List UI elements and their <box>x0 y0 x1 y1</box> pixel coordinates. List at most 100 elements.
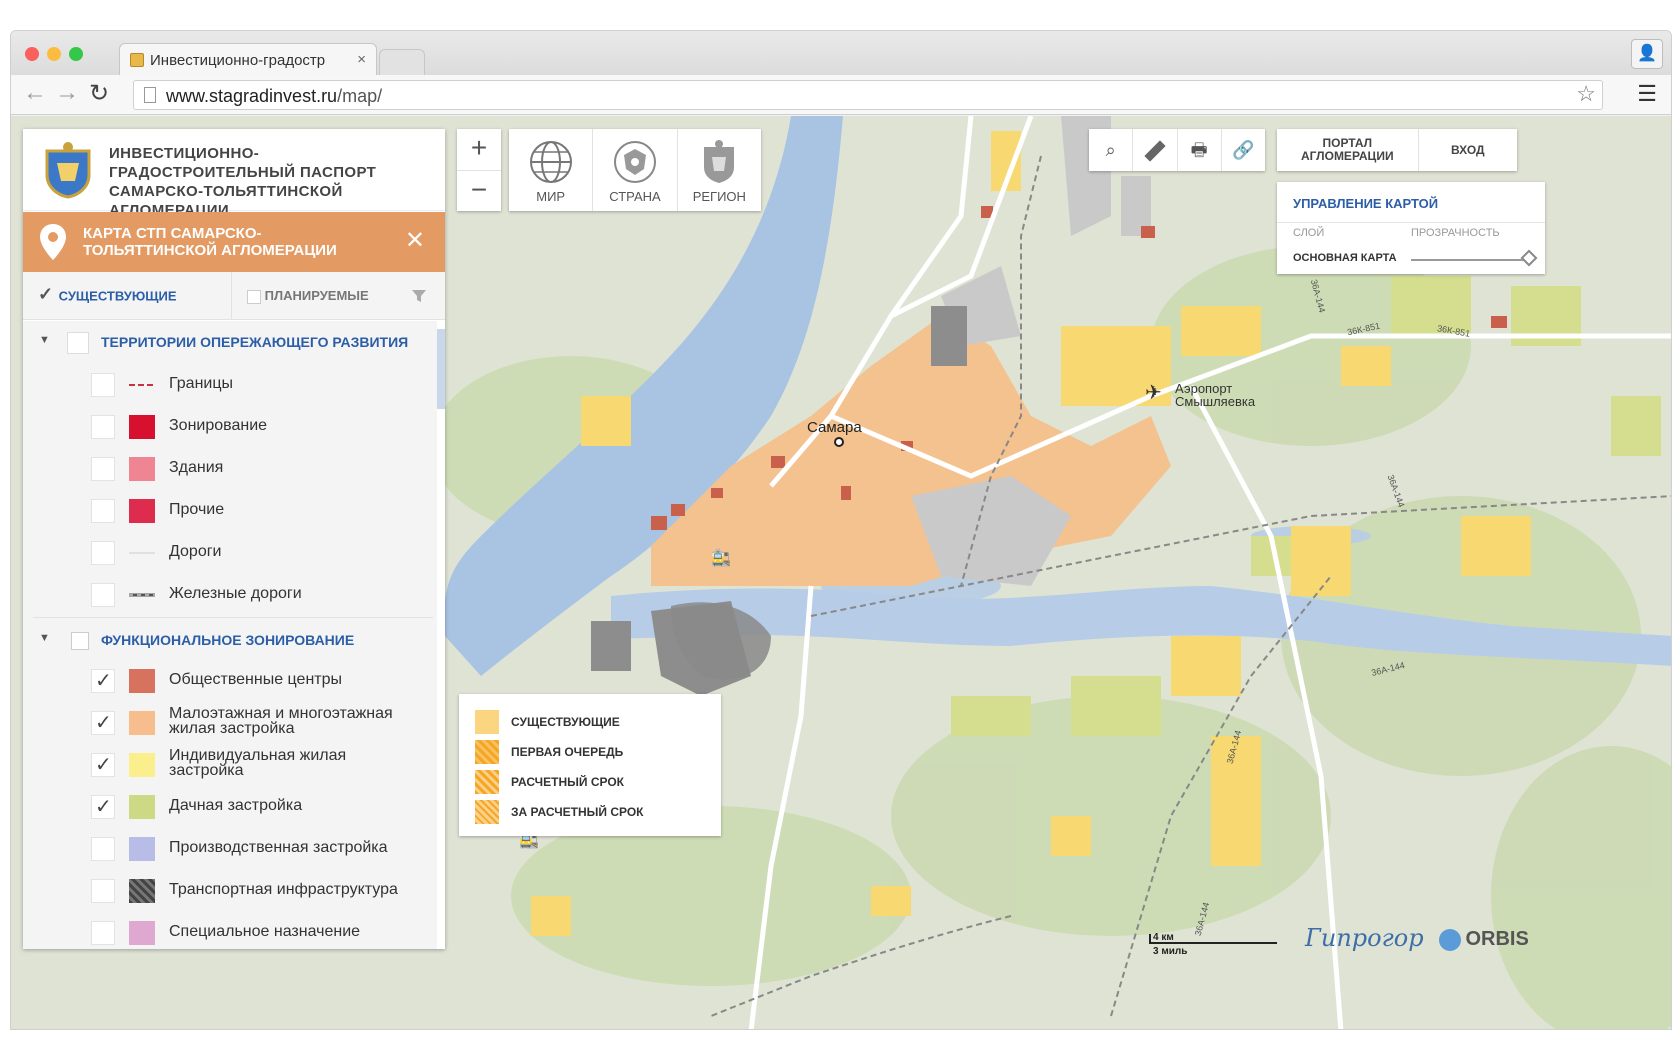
map-canvas[interactable]: Самара Аэропорт Смышляевка ✈ 🚉 🚉 36А-144… <box>11 116 1671 1029</box>
new-tab-button[interactable] <box>379 49 425 75</box>
portal-button[interactable]: ПОРТАЛ АГЛОМЕРАЦИИ <box>1277 129 1419 171</box>
search-button[interactable]: ⌕ <box>1089 129 1134 171</box>
print-button[interactable]: 🖶 <box>1178 129 1222 171</box>
layer-checkbox[interactable] <box>91 457 115 481</box>
region-button[interactable]: РЕГИОН <box>678 129 761 211</box>
divider <box>231 272 232 320</box>
expand-arrow-icon[interactable]: ▼ <box>39 632 50 644</box>
coat-of-arms-icon <box>45 142 91 199</box>
layer-label: Дороги <box>169 543 222 560</box>
layer-item[interactable]: Общественные центры <box>23 661 437 703</box>
layer-item[interactable]: Производственная застройка <box>23 829 437 871</box>
login-label: ВХОД <box>1450 143 1485 157</box>
airport-icon: ✈ <box>1145 382 1162 404</box>
checkbox-icon[interactable] <box>37 284 55 306</box>
layer-checkbox[interactable] <box>91 710 115 735</box>
layer-item[interactable]: Прочие <box>23 491 437 533</box>
tab-close-icon[interactable]: × <box>357 51 366 68</box>
country-emblem-icon <box>613 141 656 183</box>
legend-label: СУЩЕСТВУЮЩИЕ <box>511 715 620 729</box>
layer-checkbox[interactable] <box>91 499 115 523</box>
layer-checkbox[interactable] <box>91 373 115 397</box>
layer-checkbox[interactable] <box>91 668 115 693</box>
layer-item[interactable]: Специальное назначение <box>23 913 437 949</box>
login-button[interactable]: ВХОД <box>1419 129 1517 171</box>
layer-checkbox[interactable] <box>91 415 115 439</box>
world-button[interactable]: МИР <box>509 129 594 211</box>
browser-toolbar: ← → ↻ www.stagradinvest.ru/map/ ☆ ☰ <box>11 75 1671 115</box>
country-button[interactable]: СТРАНА <box>593 129 678 211</box>
layer-column-header: СЛОЙ <box>1293 227 1325 239</box>
address-bar[interactable]: www.stagradinvest.ru/map/ ☆ <box>133 80 1603 110</box>
layer-item[interactable]: Границы <box>23 365 437 407</box>
forward-arrow-icon[interactable]: → <box>55 79 79 107</box>
maximize-window-button[interactable] <box>69 47 83 61</box>
map-legend: СУЩЕСТВУЮЩИЕ ПЕРВАЯ ОЧЕРЕДЬ РАСЧЕТНЫЙ СР… <box>459 694 721 836</box>
color-swatch <box>129 753 155 777</box>
group-functional-zoning[interactable]: ▼ ФУНКЦИОНАЛЬНОЕ ЗОНИРОВАНИЕ <box>23 619 437 663</box>
layer-item[interactable]: Транспортная инфраструктура <box>23 871 437 913</box>
reload-icon[interactable]: ↻ <box>89 79 109 108</box>
layer-label: Специальное назначение <box>169 923 361 940</box>
layer-label: Дачная застройка <box>169 797 303 814</box>
filter-bar: СУЩЕСТВУЮЩИЕ ПЛАНИРУЕМЫЕ <box>23 272 445 320</box>
group-checkbox[interactable] <box>71 632 89 650</box>
legend-label: ПЕРВАЯ ОЧЕРЕДЬ <box>511 745 624 759</box>
layer-item[interactable]: Здания <box>23 449 437 491</box>
layer-checkbox[interactable] <box>91 794 115 819</box>
layer-checkbox[interactable] <box>91 837 115 861</box>
map-tools: ⌕ 🖶 🔗 <box>1089 129 1265 171</box>
browser-tab[interactable]: Инвестиционно-градостр × <box>119 43 377 75</box>
layer-checkbox[interactable] <box>91 752 115 777</box>
bookmark-star-icon[interactable]: ☆ <box>1576 81 1596 107</box>
orbis-globe-icon <box>1439 928 1461 951</box>
opacity-slider-handle[interactable] <box>1520 249 1538 267</box>
link-button[interactable]: 🔗 <box>1222 129 1265 171</box>
layer-checkbox[interactable] <box>91 583 115 607</box>
group-checkbox[interactable] <box>67 332 89 354</box>
location-pin-icon <box>40 224 66 260</box>
zoom-in-button[interactable]: + <box>457 129 501 170</box>
printer-icon: 🖶 <box>1190 140 1208 160</box>
layer-checkbox[interactable] <box>91 879 115 903</box>
close-icon[interactable]: ✕ <box>405 226 425 255</box>
legend-label: ЗА РАСЧЕТНЫЙ СРОК <box>511 805 644 819</box>
checkbox-icon[interactable] <box>247 289 261 304</box>
layer-item[interactable]: Дороги <box>23 533 437 575</box>
zoom-out-button[interactable]: − <box>457 170 501 211</box>
back-arrow-icon[interactable]: ← <box>23 79 47 107</box>
map-control-panel: УПРАВЛЕНИЕ КАРТОЙ СЛОЙ ПРОЗРАЧНОСТЬ ОСНО… <box>1277 182 1545 274</box>
layer-item[interactable]: Индивидуальная жилая застройка <box>23 745 437 787</box>
layer-item[interactable]: Малоэтажная и многоэтажная жилая застрой… <box>23 703 437 745</box>
color-swatch <box>129 879 155 903</box>
opacity-slider[interactable] <box>1411 259 1525 261</box>
scale-bar: 4 км 3 миль <box>1149 932 1279 957</box>
layer-checkbox[interactable] <box>91 921 115 945</box>
filter-funnel-icon[interactable] <box>411 288 427 304</box>
city-label-samara: Самара <box>807 419 862 436</box>
layer-item[interactable]: Железные дороги <box>23 575 437 617</box>
measure-button[interactable] <box>1133 129 1178 171</box>
tab-bar: Инвестиционно-градостр × 👤 <box>11 31 1671 75</box>
globe-icon <box>529 141 572 183</box>
legend-swatch <box>475 770 499 794</box>
layer-label: Производственная застройка <box>169 839 388 856</box>
railway-line-icon <box>129 593 155 597</box>
profile-icon[interactable]: 👤 <box>1631 39 1663 69</box>
map-card-title: КАРТА СТП САМАРСКО-ТОЛЬЯТТИНСКОЙ АГЛОМЕР… <box>83 225 337 259</box>
color-swatch <box>129 795 155 819</box>
layer-checkbox[interactable] <box>91 541 115 565</box>
layer-item[interactable]: Дачная застройка <box>23 787 437 829</box>
close-window-button[interactable] <box>25 47 39 61</box>
page-icon <box>144 87 156 103</box>
filter-existing[interactable]: СУЩЕСТВУЮЩИЕ <box>37 284 177 306</box>
minimize-window-button[interactable] <box>47 47 61 61</box>
group-priority-development[interactable]: ▼ ТЕРРИТОРИИ ОПЕРЕЖАЮЩЕГО РАЗВИТИЯ <box>23 321 437 365</box>
layer-item[interactable]: Зонирование <box>23 407 437 449</box>
panel-scrollbar[interactable] <box>437 329 445 409</box>
expand-arrow-icon[interactable]: ▼ <box>39 334 50 346</box>
layer-label: Прочие <box>169 501 225 518</box>
hamburger-menu-icon[interactable]: ☰ <box>1637 81 1657 107</box>
airport-label: Аэропорт Смышляевка <box>1175 381 1256 409</box>
filter-planned[interactable]: ПЛАНИРУЕМЫЕ <box>247 288 369 304</box>
